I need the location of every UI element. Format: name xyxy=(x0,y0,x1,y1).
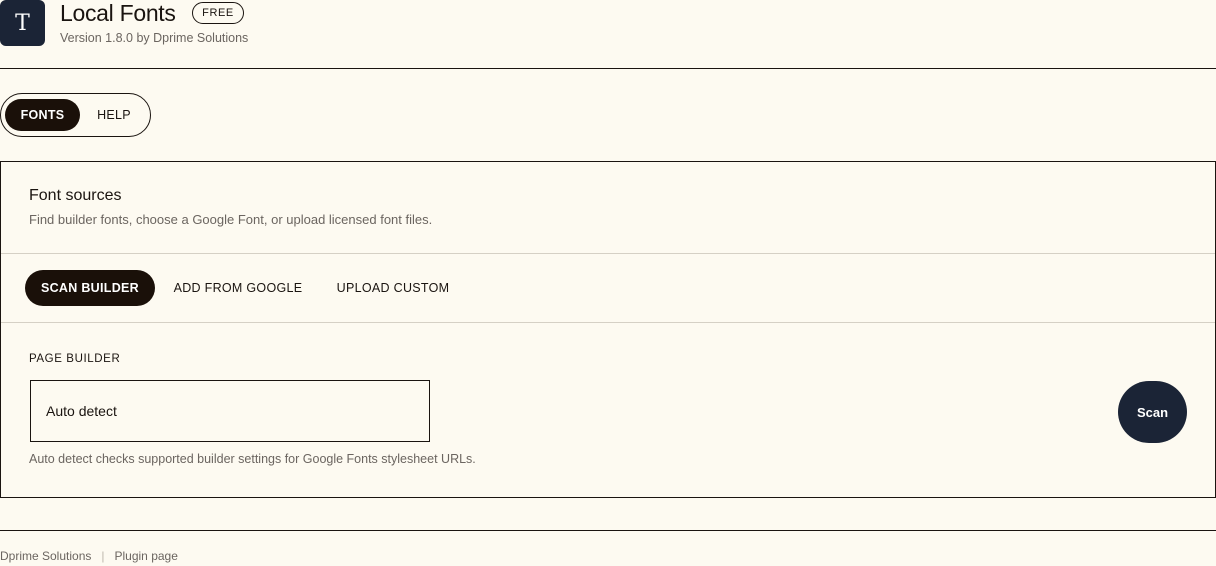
footer-company-link[interactable]: Dprime Solutions xyxy=(0,549,91,563)
tab-upload-custom[interactable]: UPLOAD CUSTOM xyxy=(321,270,465,306)
page-builder-help: Auto detect checks supported builder set… xyxy=(29,452,476,466)
main-tab-bar: FONTS HELP xyxy=(0,93,151,137)
tab-add-from-google[interactable]: ADD FROM GOOGLE xyxy=(159,270,317,306)
page-builder-select[interactable]: Auto detect xyxy=(30,380,430,442)
free-badge: FREE xyxy=(192,2,244,24)
footer-divider xyxy=(0,530,1216,531)
app-header: T Local Fonts FREE Version 1.8.0 by Dpri… xyxy=(0,0,1216,69)
tab-scan-builder[interactable]: SCAN BUILDER xyxy=(25,270,155,306)
divider xyxy=(1,253,1215,254)
page-builder-label: PAGE BUILDER xyxy=(29,353,121,365)
version-text: Version 1.8.0 by Dprime Solutions xyxy=(60,31,249,45)
logo-letter: T xyxy=(15,10,30,36)
tab-help[interactable]: HELP xyxy=(81,99,147,131)
panel-description: Find builder fonts, choose a Google Font… xyxy=(29,212,433,227)
app-title: Local Fonts xyxy=(60,0,176,26)
app-logo: T xyxy=(0,0,45,46)
footer: Dprime Solutions | Plugin page xyxy=(0,549,178,563)
tab-fonts[interactable]: FONTS xyxy=(5,99,80,131)
font-sources-panel: Font sources Find builder fonts, choose … xyxy=(0,161,1216,498)
panel-title: Font sources xyxy=(29,187,122,204)
divider xyxy=(1,322,1215,323)
footer-separator: | xyxy=(101,549,105,563)
scan-button[interactable]: Scan xyxy=(1118,381,1187,443)
footer-plugin-link[interactable]: Plugin page xyxy=(115,549,178,563)
